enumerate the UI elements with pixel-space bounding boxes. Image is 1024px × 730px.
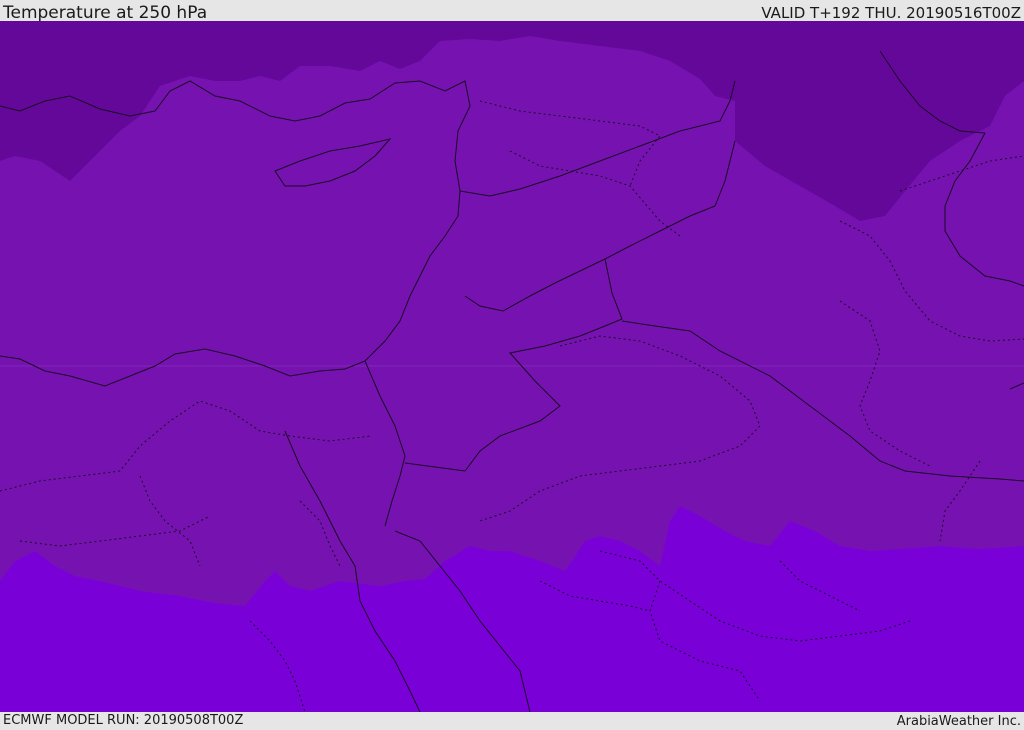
weather-map[interactable] — [0, 21, 1024, 712]
credit-label: ArabiaWeather Inc. — [896, 714, 1021, 729]
map-title: Temperature at 250 hPa — [3, 3, 208, 23]
footer-bar: ECMWF MODEL RUN: 20190508T00Z ArabiaWeat… — [0, 712, 1024, 729]
model-run: ECMWF MODEL RUN: 20190508T00Z — [3, 713, 244, 728]
header-bar: Temperature at 250 hPa VALID T+192 THU. … — [0, 0, 1024, 23]
valid-time: VALID T+192 THU. 20190516T00Z — [761, 4, 1021, 22]
